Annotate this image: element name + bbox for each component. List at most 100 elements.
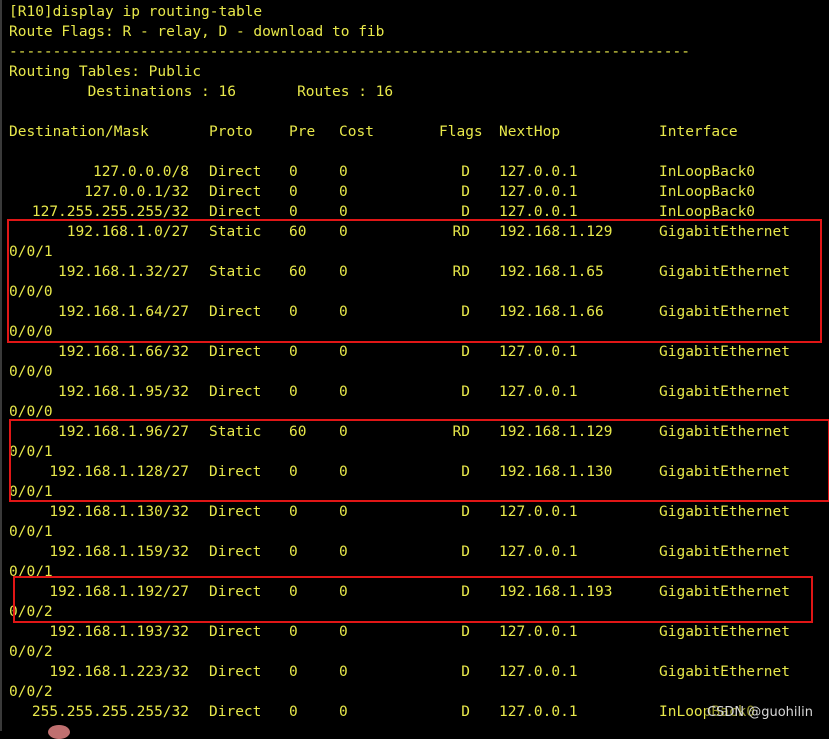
route-iface-wrap: 0/0/2 xyxy=(9,604,53,620)
route-pre-cell: 60 xyxy=(289,264,307,280)
route-flags-line: Route Flags: R - relay, D - download to … xyxy=(9,24,385,40)
route-pre-cell: 0 xyxy=(289,164,298,180)
route-nexthop-cell: 192.168.1.129 xyxy=(499,224,613,240)
route-pre-cell: 0 xyxy=(289,184,298,200)
route-iface-cell: InLoopBack0 xyxy=(659,204,756,220)
route-iface-wrap: 0/0/2 xyxy=(9,684,53,700)
route-iface-cell: GigabitEthernet xyxy=(659,584,790,600)
route-proto-cell: Direct xyxy=(209,504,262,520)
route-pre-cell: 0 xyxy=(289,544,298,560)
route-dest-cell: 127.0.0.0/8 xyxy=(92,164,189,180)
route-proto-cell: Direct xyxy=(209,344,262,360)
route-pre-cell: 0 xyxy=(289,464,298,480)
header-nexthop: NextHop xyxy=(499,124,561,140)
route-nexthop-cell: 192.168.1.129 xyxy=(499,424,613,440)
route-iface-wrap: 0/0/1 xyxy=(9,444,53,460)
route-cost-cell: 0 xyxy=(339,184,348,200)
route-dest-cell: 192.168.1.130/32 xyxy=(49,504,189,520)
route-flags-cell: D xyxy=(461,384,470,400)
route-iface-cell: InLoopBack0 xyxy=(659,184,756,200)
route-proto-cell: Direct xyxy=(209,664,262,680)
summary-line: Destinations : 16 Routes : 16 xyxy=(9,84,394,100)
route-nexthop-cell: 192.168.1.65 xyxy=(499,264,604,280)
route-flags-cell: D xyxy=(461,344,470,360)
route-pre-cell: 60 xyxy=(289,424,307,440)
route-iface-cell: GigabitEthernet xyxy=(659,464,790,480)
route-cost-cell: 0 xyxy=(339,164,348,180)
header-flags: Flags xyxy=(439,124,483,140)
route-pre-cell: 0 xyxy=(289,624,298,640)
route-nexthop-cell: 192.168.1.130 xyxy=(499,464,613,480)
route-dest-cell: 192.168.1.193/32 xyxy=(49,624,189,640)
route-nexthop-cell: 127.0.0.1 xyxy=(499,204,578,220)
route-iface-wrap: 0/0/1 xyxy=(9,244,53,260)
route-nexthop-cell: 127.0.0.1 xyxy=(499,704,578,720)
route-nexthop-cell: 192.168.1.66 xyxy=(499,304,604,320)
route-cost-cell: 0 xyxy=(339,704,348,720)
route-iface-wrap: 0/0/1 xyxy=(9,484,53,500)
route-iface-cell: GigabitEthernet xyxy=(659,264,790,280)
route-nexthop-cell: 127.0.0.1 xyxy=(499,504,578,520)
route-proto-cell: Static xyxy=(209,224,262,240)
route-iface-cell: GigabitEthernet xyxy=(659,424,790,440)
route-proto-cell: Direct xyxy=(209,164,262,180)
route-dest-cell: 192.168.1.95/32 xyxy=(58,384,189,400)
route-dest-cell: 192.168.1.96/27 xyxy=(58,424,189,440)
route-dest-cell: 192.168.1.192/27 xyxy=(49,584,189,600)
route-pre-cell: 0 xyxy=(289,664,298,680)
route-dest-cell: 192.168.1.32/27 xyxy=(58,264,189,280)
route-dest-cell: 127.0.0.1/32 xyxy=(84,184,189,200)
terminal-window[interactable]: [R10]display ip routing-table Route Flag… xyxy=(0,0,829,739)
route-dest-cell: 192.168.1.64/27 xyxy=(58,304,189,320)
route-iface-cell: GigabitEthernet xyxy=(659,304,790,320)
route-dest-cell: 192.168.1.0/27 xyxy=(66,224,189,240)
route-pre-cell: 0 xyxy=(289,344,298,360)
route-cost-cell: 0 xyxy=(339,344,348,360)
route-dest-cell: 192.168.1.66/32 xyxy=(58,344,189,360)
route-flags-cell: D xyxy=(461,664,470,680)
route-cost-cell: 0 xyxy=(339,264,348,280)
route-pre-cell: 0 xyxy=(289,584,298,600)
route-iface-wrap: 0/0/0 xyxy=(9,324,53,340)
route-proto-cell: Direct xyxy=(209,584,262,600)
routing-tables-line: Routing Tables: Public xyxy=(9,64,202,80)
route-proto-cell: Direct xyxy=(209,544,262,560)
route-iface-wrap: 0/0/0 xyxy=(9,364,53,380)
route-pre-cell: 0 xyxy=(289,504,298,520)
route-dest-cell: 127.255.255.255/32 xyxy=(31,204,189,220)
header-interface: Interface xyxy=(659,124,738,140)
route-nexthop-cell: 127.0.0.1 xyxy=(499,624,578,640)
route-pre-cell: 0 xyxy=(289,704,298,720)
route-flags-cell: D xyxy=(461,204,470,220)
route-cost-cell: 0 xyxy=(339,504,348,520)
route-proto-cell: Static xyxy=(209,264,262,280)
route-pre-cell: 0 xyxy=(289,204,298,220)
route-flags-cell: D xyxy=(461,624,470,640)
route-cost-cell: 0 xyxy=(339,544,348,560)
route-iface-wrap: 0/0/1 xyxy=(9,564,53,580)
header-proto: Proto xyxy=(209,124,253,140)
route-proto-cell: Direct xyxy=(209,304,262,320)
route-flags-cell: D xyxy=(461,504,470,520)
route-flags-cell: RD xyxy=(452,264,470,280)
route-flags-cell: D xyxy=(461,464,470,480)
route-nexthop-cell: 127.0.0.1 xyxy=(499,164,578,180)
route-flags-cell: D xyxy=(461,544,470,560)
route-nexthop-cell: 127.0.0.1 xyxy=(499,384,578,400)
route-cost-cell: 0 xyxy=(339,224,348,240)
route-pre-cell: 0 xyxy=(289,384,298,400)
route-dest-cell: 192.168.1.128/27 xyxy=(49,464,189,480)
command-line: [R10]display ip routing-table xyxy=(9,4,263,20)
route-cost-cell: 0 xyxy=(339,584,348,600)
route-pre-cell: 60 xyxy=(289,224,307,240)
route-iface-wrap: 0/0/2 xyxy=(9,644,53,660)
route-iface-cell: GigabitEthernet xyxy=(659,344,790,360)
route-proto-cell: Direct xyxy=(209,184,262,200)
route-proto-cell: Direct xyxy=(209,384,262,400)
route-cost-cell: 0 xyxy=(339,664,348,680)
route-dest-cell: 192.168.1.159/32 xyxy=(49,544,189,560)
route-iface-cell: GigabitEthernet xyxy=(659,504,790,520)
separator-line: ----------------------------------------… xyxy=(9,44,690,60)
route-proto-cell: Static xyxy=(209,424,262,440)
route-proto-cell: Direct xyxy=(209,204,262,220)
